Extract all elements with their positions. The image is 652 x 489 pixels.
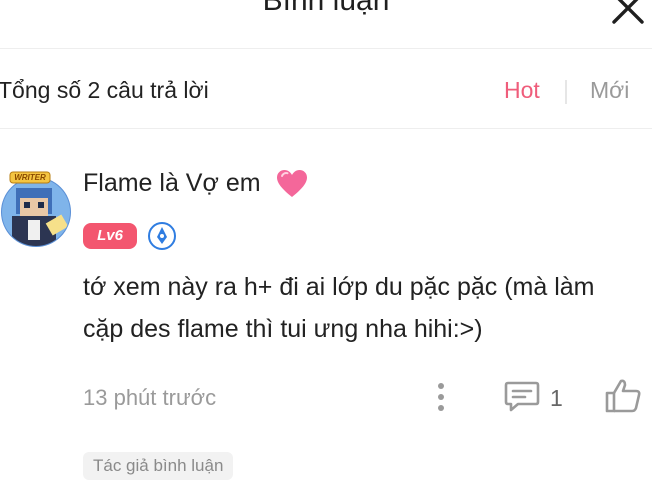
avatar[interactable]: WRITER bbox=[0, 170, 74, 248]
pink-heart-icon bbox=[276, 169, 308, 199]
reply-count: 1 bbox=[550, 385, 563, 411]
comments-screen: Bình luận Tổng số 2 câu trả lời Hot Mới bbox=[0, 0, 652, 489]
comment-timestamp: 13 phút trước bbox=[83, 385, 217, 410]
sort-new-tab[interactable]: Mới bbox=[590, 77, 629, 104]
author-tag: Tác giả bình luận bbox=[83, 452, 234, 480]
summary-divider bbox=[0, 128, 652, 129]
more-options-icon[interactable] bbox=[430, 380, 452, 414]
close-button[interactable] bbox=[608, 0, 648, 28]
writer-pen-icon bbox=[148, 222, 176, 250]
avatar-frame-label: WRITER bbox=[14, 173, 46, 182]
level-badge: Lv6 bbox=[83, 223, 137, 249]
reply-icon[interactable] bbox=[503, 379, 541, 413]
sort-hot-tab[interactable]: Hot bbox=[504, 77, 540, 104]
close-icon bbox=[612, 0, 644, 24]
header-divider bbox=[0, 48, 652, 49]
page-title: Bình luận bbox=[262, 0, 390, 17]
username[interactable]: Flame là Vợ em bbox=[83, 169, 261, 198]
sort-separator bbox=[565, 80, 567, 104]
like-icon[interactable] bbox=[604, 378, 642, 414]
comment-line-1: tớ xem này ra h+ đi ai lớp du pặc pặc (m… bbox=[83, 273, 595, 301]
comment-body: tớ xem này ra h+ đi ai lớp du pặc pặc (m… bbox=[83, 266, 652, 350]
reply-count-label: Tổng số 2 câu trả lời bbox=[0, 77, 209, 103]
comment-line-2: cặp des flame thì tui ưng nha hihi:>) bbox=[83, 315, 483, 343]
